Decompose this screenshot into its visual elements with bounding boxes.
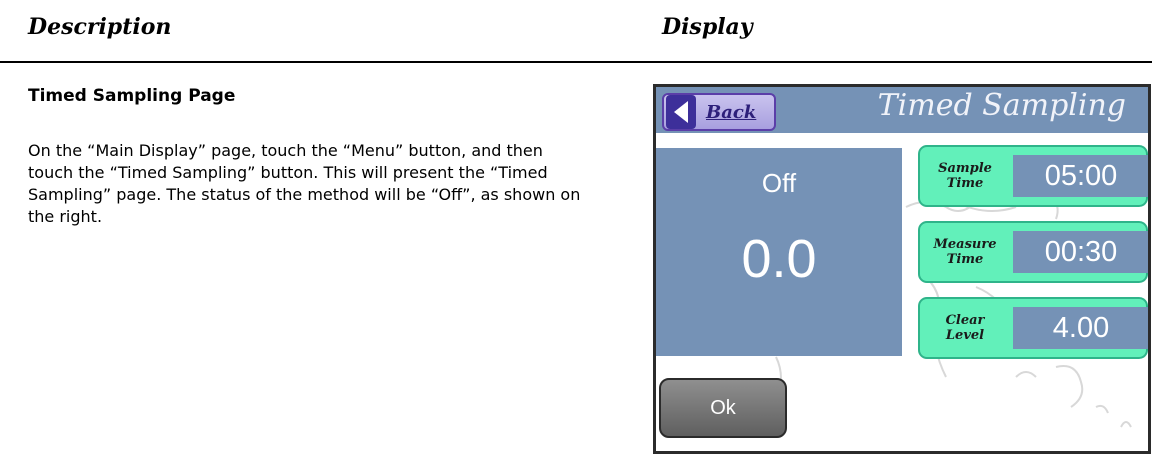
sample-time-label: Sample Time bbox=[938, 161, 992, 191]
back-button[interactable]: Back bbox=[662, 93, 776, 131]
sample-time-value: 05:00 bbox=[1013, 155, 1148, 197]
ok-button[interactable]: Ok bbox=[659, 378, 787, 438]
method-status: Off bbox=[761, 168, 797, 198]
description-column-header: Description bbox=[28, 14, 172, 40]
title-bar: Back Timed Sampling bbox=[656, 87, 1148, 133]
reading-value: 0.0 bbox=[741, 229, 817, 289]
status-panel: Off 0.0 bbox=[656, 148, 902, 356]
measure-time-label: Measure Time bbox=[933, 237, 997, 267]
back-arrow-icon bbox=[666, 95, 696, 129]
device-screen: Back Timed Sampling Off 0.0 Sample Time … bbox=[653, 84, 1151, 454]
measure-time-value: 00:30 bbox=[1013, 231, 1148, 273]
section-body-text: On the “Main Display” page, touch the “M… bbox=[28, 141, 581, 226]
display-column-header: Display bbox=[662, 14, 753, 40]
screen-title: Timed Sampling bbox=[877, 88, 1126, 123]
clear-level-value: 4.00 bbox=[1013, 307, 1148, 349]
sample-time-button[interactable]: Sample Time 05:00 bbox=[918, 145, 1148, 207]
measure-time-button[interactable]: Measure Time 00:30 bbox=[918, 221, 1148, 283]
back-button-label: Back bbox=[706, 101, 757, 123]
clear-level-button[interactable]: Clear Level 4.00 bbox=[918, 297, 1148, 359]
header-divider bbox=[0, 61, 1152, 63]
clear-level-label: Clear Level bbox=[945, 313, 985, 343]
section-title: Timed Sampling Page bbox=[28, 86, 236, 106]
